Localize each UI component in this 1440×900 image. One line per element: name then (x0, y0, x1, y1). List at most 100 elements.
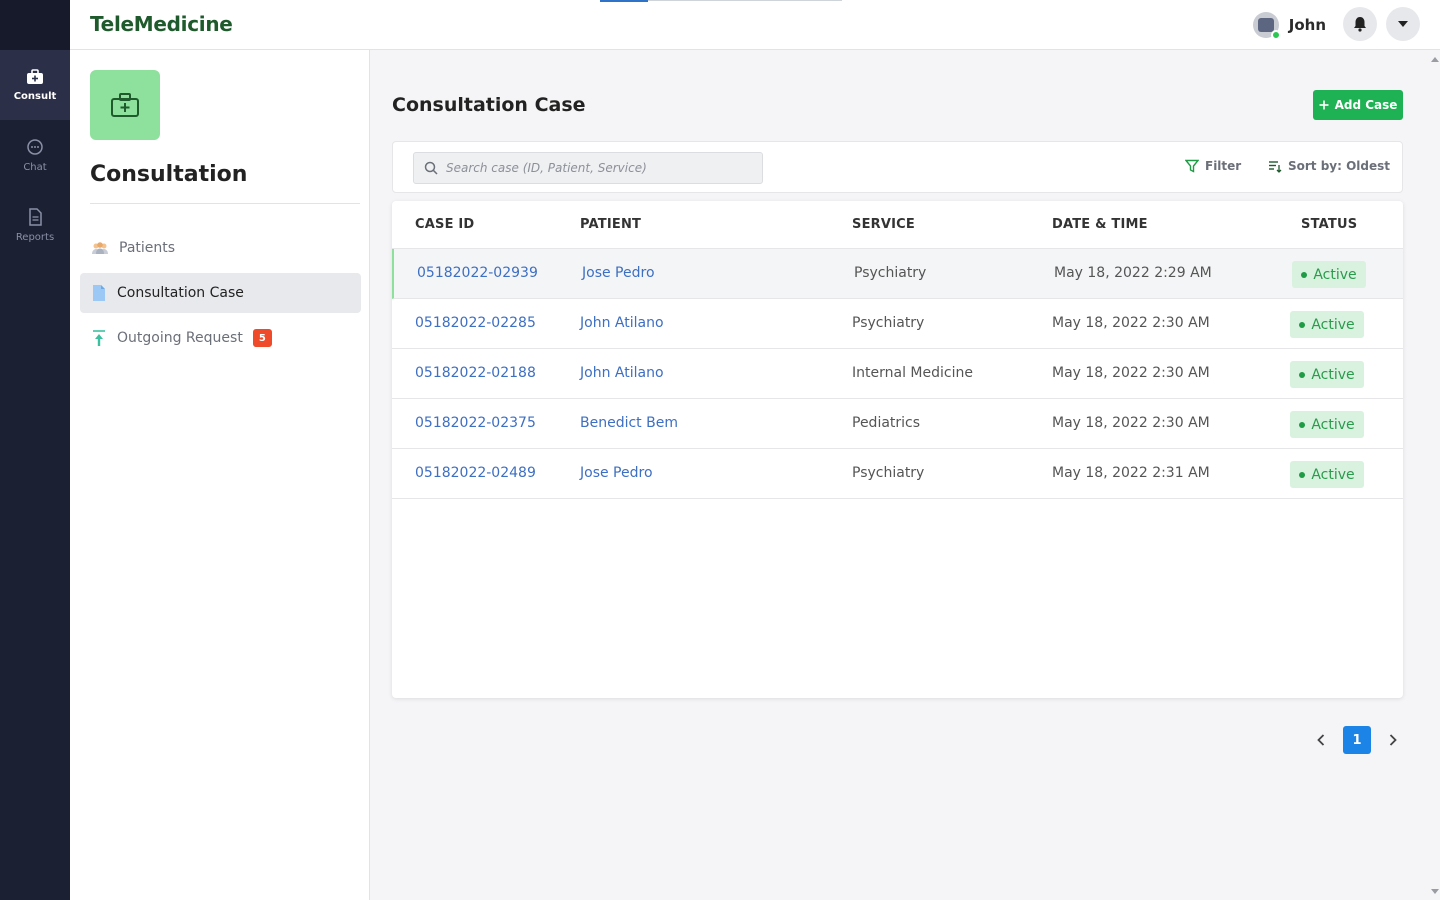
status-dot-icon (1299, 321, 1306, 328)
medkit-icon (27, 68, 43, 84)
patient-link[interactable]: John Atilano (580, 315, 664, 331)
filter-icon (1185, 159, 1199, 173)
sort-button[interactable]: Sort by: Oldest (1268, 159, 1390, 173)
top-header: TeleMedicine John (70, 0, 1440, 50)
avatar[interactable] (1252, 12, 1281, 40)
datetime-cell: May 18, 2022 2:30 AM (1052, 365, 1210, 381)
datetime-cell: May 18, 2022 2:30 AM (1052, 415, 1210, 431)
scroll-up-arrow-icon[interactable] (1431, 57, 1439, 62)
search-icon (424, 161, 438, 175)
datetime-cell: May 18, 2022 2:30 AM (1052, 315, 1210, 331)
column-header-service[interactable]: SERVICE (852, 217, 915, 232)
case-id-link[interactable]: 05182022-02489 (415, 465, 536, 481)
prev-page-button[interactable] (1311, 726, 1331, 754)
page-title: Consultation Case (392, 94, 586, 116)
table-row[interactable]: 05182022-02285 John Atilano Psychiatry M… (392, 299, 1403, 349)
status-badge: Active (1292, 261, 1366, 288)
count-badge: 5 (252, 329, 272, 347)
status-badge: Active (1290, 361, 1364, 388)
rail-item-consult[interactable]: Consult (0, 50, 70, 120)
status-badge: Active (1290, 311, 1364, 338)
status-dot-icon (1299, 421, 1306, 428)
status-dot-icon (1299, 471, 1306, 478)
consultation-sidebar: Consultation Patients Consultation Case (70, 50, 370, 900)
status-badge: Active (1290, 461, 1364, 488)
file-icon (93, 285, 105, 301)
status-label: Active (1311, 466, 1355, 483)
scroll-down-arrow-icon[interactable] (1431, 889, 1439, 894)
nav-item-label: Patients (119, 240, 176, 256)
table-row[interactable]: 05182022-02188 John Atilano Internal Med… (392, 349, 1403, 399)
next-page-button[interactable] (1383, 726, 1403, 754)
datetime-cell: May 18, 2022 2:29 AM (1054, 265, 1212, 281)
chat-bubble-icon (27, 138, 43, 155)
add-case-button[interactable]: Add Case (1313, 90, 1403, 120)
account-dropdown-button[interactable] (1386, 7, 1420, 41)
nav-item-patients[interactable]: Patients (80, 228, 361, 268)
column-header-status[interactable]: STATUS (1301, 217, 1357, 232)
nav-item-consultation-case[interactable]: Consultation Case (80, 273, 361, 313)
add-case-label: Add Case (1334, 98, 1398, 112)
search-input[interactable] (446, 161, 746, 175)
document-icon (29, 207, 42, 226)
main-content: Consultation Case Add Case Filter (371, 50, 1429, 900)
bell-icon (1354, 17, 1366, 32)
table-row[interactable]: 05182022-02489 Jose Pedro Psychiatry May… (392, 449, 1403, 499)
rail-label: Reports (15, 231, 55, 243)
section-nav: Patients Consultation Case Outgoing Requ… (80, 228, 361, 363)
rail-item-chat[interactable]: Chat (0, 120, 70, 190)
filter-button[interactable]: Filter (1185, 159, 1241, 173)
app-logo[interactable]: TeleMedicine (90, 12, 233, 36)
case-id-link[interactable]: 05182022-02375 (415, 415, 536, 431)
user-name[interactable]: John (1289, 16, 1326, 34)
page-number-button[interactable]: 1 (1343, 726, 1371, 754)
patient-link[interactable]: Jose Pedro (582, 265, 655, 281)
table-header: CASE ID PATIENT SERVICE DATE & TIME STAT… (392, 201, 1403, 249)
case-id-link[interactable]: 05182022-02939 (417, 265, 538, 281)
case-id-link[interactable]: 05182022-02188 (415, 365, 536, 381)
service-cell: Pediatrics (852, 415, 921, 431)
datetime-cell: May 18, 2022 2:31 AM (1052, 465, 1210, 481)
rail-header (0, 0, 70, 50)
service-cell: Internal Medicine (852, 365, 973, 381)
table-row[interactable]: 05182022-02939 Jose Pedro Psychiatry May… (392, 249, 1403, 299)
rail-label: Chat (23, 161, 47, 173)
chevron-down-icon (1398, 21, 1408, 27)
column-header-case-id[interactable]: CASE ID (415, 217, 474, 232)
service-cell: Psychiatry (854, 265, 927, 281)
table-row[interactable]: 05182022-02375 Benedict Bem Pediatrics M… (392, 399, 1403, 449)
rail-label: Consult (13, 90, 57, 102)
app-rail: Consult Chat Reports (0, 0, 70, 900)
page-scrollbar[interactable] (1429, 50, 1440, 900)
column-header-patient[interactable]: PATIENT (580, 217, 641, 232)
sort-icon (1269, 161, 1282, 173)
user-menu[interactable]: John (1252, 10, 1326, 40)
people-icon (92, 242, 108, 254)
status-badge: Active (1290, 411, 1364, 438)
consultation-hero-icon (90, 70, 160, 140)
status-label: Active (1311, 366, 1355, 383)
nav-item-label: Outgoing Request (117, 330, 243, 346)
service-cell: Psychiatry (852, 465, 925, 481)
pagination: 1 (1311, 726, 1403, 754)
patient-link[interactable]: Jose Pedro (580, 465, 653, 481)
sort-label: Sort by: Oldest (1288, 159, 1391, 173)
search-box[interactable] (413, 152, 763, 184)
nav-item-label: Consultation Case (117, 285, 244, 301)
status-label: Active (1311, 316, 1355, 333)
rail-item-reports[interactable]: Reports (0, 190, 70, 260)
patient-link[interactable]: John Atilano (580, 365, 664, 381)
loading-bar (600, 0, 842, 2)
plus-icon (1319, 100, 1329, 110)
nav-item-outgoing-request[interactable]: Outgoing Request 5 (80, 318, 361, 358)
case-id-link[interactable]: 05182022-02285 (415, 315, 536, 331)
section-title: Consultation (90, 162, 248, 187)
notifications-button[interactable] (1343, 7, 1377, 41)
status-dot-icon (1299, 371, 1306, 378)
table-toolbar: Filter Sort by: Oldest (392, 141, 1403, 193)
chevron-left-icon (1317, 734, 1325, 746)
column-header-date-time[interactable]: DATE & TIME (1052, 217, 1148, 232)
patient-link[interactable]: Benedict Bem (580, 415, 678, 431)
status-label: Active (1313, 266, 1357, 283)
online-status-icon (1270, 30, 1281, 40)
